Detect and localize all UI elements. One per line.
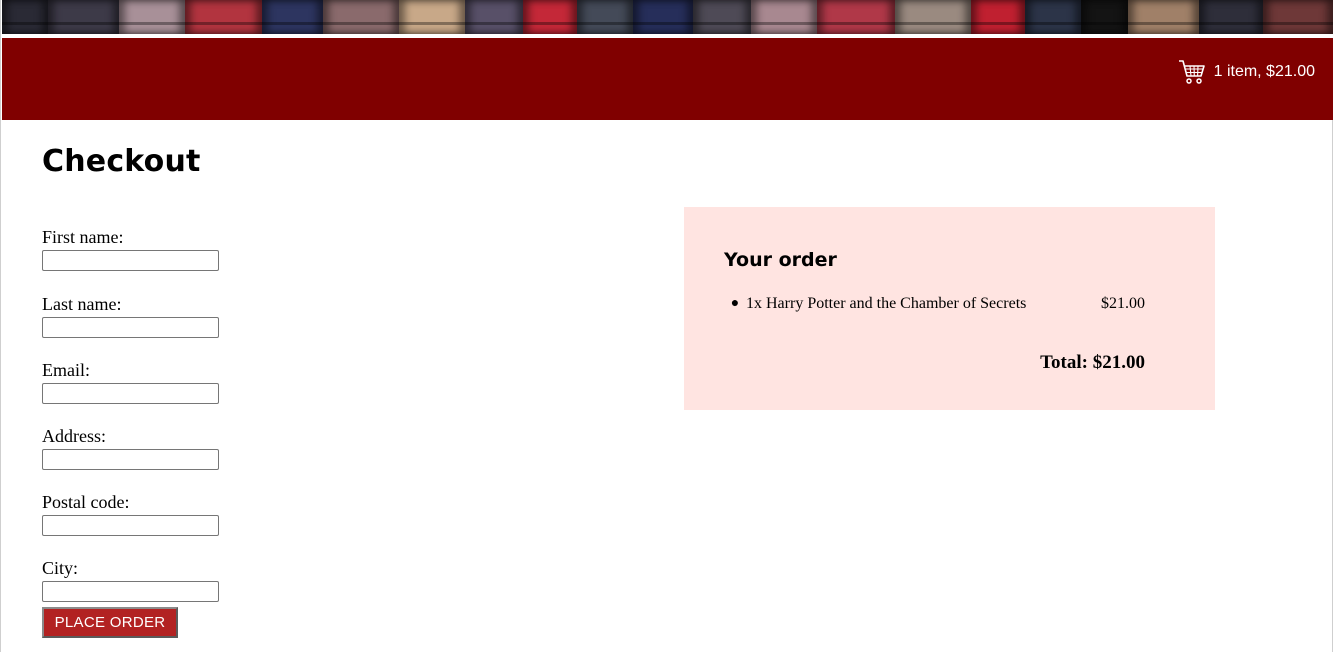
order-total: Total: $21.00 [1040,352,1145,373]
book-spine [522,0,577,34]
book-spine [465,0,523,34]
book-spine [895,0,971,34]
book-spine [693,0,752,34]
book-spine [970,0,1025,34]
address-field: Address: [42,425,342,470]
cart-summary: 1 item, $21.00 [1213,63,1315,80]
city-label: City: [42,558,79,578]
email-input[interactable] [42,383,219,404]
order-item-name: 1x Harry Potter and the Chamber of Secre… [746,295,1027,312]
city-input[interactable] [42,581,219,602]
postal-code-field: Postal code: [42,491,342,536]
book-spines-banner [2,0,1333,34]
book-spine [47,0,119,34]
book-spine [323,0,400,34]
city-field: City: [42,557,342,602]
postal-code-input[interactable] [42,515,219,536]
first-name-input[interactable] [42,250,219,271]
place-order-button[interactable]: PLACE ORDER [42,607,178,638]
bullet-icon: ● [730,296,740,311]
book-spine [2,0,48,34]
address-input[interactable] [42,449,219,470]
order-summary-panel: Your order ● 1x Harry Potter and the Cha… [684,207,1215,410]
order-item-price: $21.00 [1101,295,1145,312]
book-spine [576,0,633,34]
book-spine [399,0,466,34]
checkout-page: 1 item, $21.00 Checkout First name: Last… [0,0,1333,652]
order-title: Your order [724,249,837,271]
email-field: Email: [42,359,342,404]
book-spine [1024,0,1081,34]
shopping-cart-icon [1178,59,1206,85]
address-label: Address: [42,426,106,446]
first-name-label: First name: [42,227,124,247]
last-name-field: Last name: [42,293,342,338]
email-label: Email: [42,360,90,380]
book-spine [751,0,818,34]
last-name-input[interactable] [42,317,219,338]
postal-code-label: Postal code: [42,492,130,512]
cart-link[interactable]: 1 item, $21.00 [1178,59,1315,85]
checkout-form: First name: Last name: Email: Address: P… [42,226,342,623]
book-spine [1080,0,1129,34]
order-item: ● 1x Harry Potter and the Chamber of Sec… [724,293,1145,315]
book-spine [1128,0,1200,34]
order-items-list: ● 1x Harry Potter and the Chamber of Sec… [724,293,1145,315]
last-name-label: Last name: [42,294,122,314]
book-spine [118,0,185,34]
book-spine [1199,0,1264,34]
book-spine [184,0,263,34]
first-name-field: First name: [42,226,342,271]
book-spine [262,0,324,34]
book-spine [817,0,896,34]
book-spine [1263,0,1333,34]
page-title: Checkout [42,144,201,179]
book-spine [632,0,694,34]
site-header: 1 item, $21.00 [2,38,1333,120]
